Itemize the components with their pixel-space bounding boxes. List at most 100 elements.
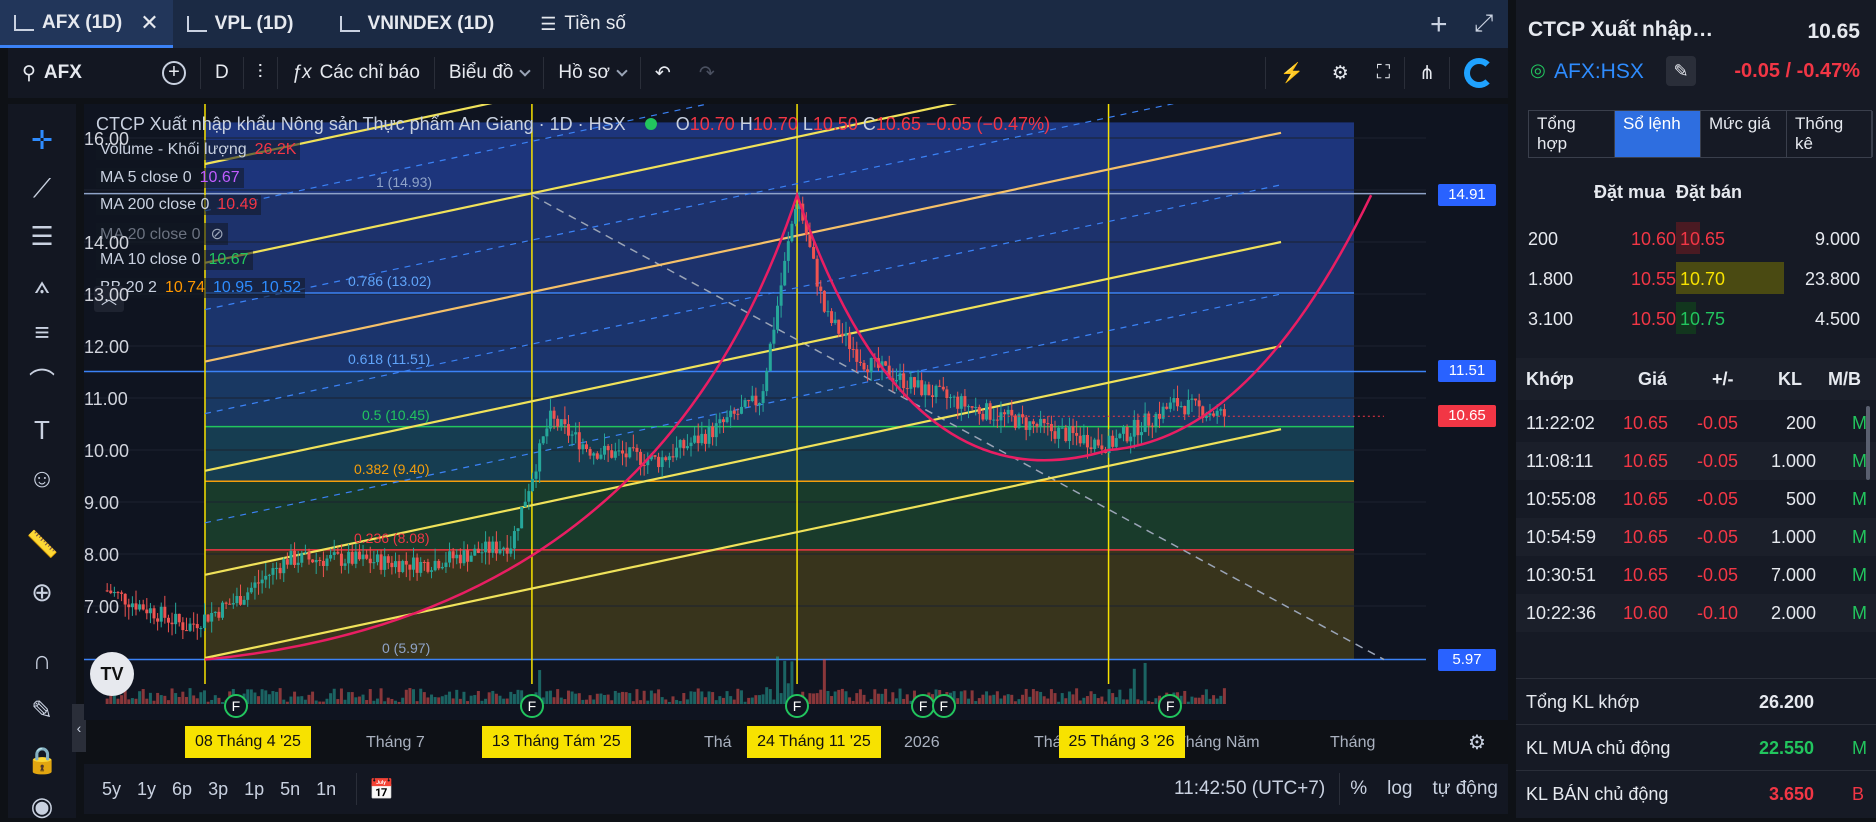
- candle: [967, 406, 971, 408]
- add-tab-icon[interactable]: +: [1430, 8, 1448, 42]
- zoom-in-icon[interactable]: ⊕: [26, 576, 58, 608]
- volume-bar: [675, 699, 679, 704]
- redo-button[interactable]: ↷: [685, 48, 729, 98]
- interval-button[interactable]: D: [201, 48, 243, 98]
- panel-tab[interactable]: Thống kê: [1787, 111, 1873, 157]
- stat-row: Tổng KL khớp 26.200: [1516, 678, 1876, 724]
- candle: [754, 395, 758, 406]
- panel-tab[interactable]: Mức giá: [1701, 111, 1787, 157]
- horizontal-lines-icon[interactable]: ☰: [26, 220, 58, 252]
- range-button-1p[interactable]: 1p: [236, 779, 272, 800]
- indicators-button[interactable]: ƒx Các chỉ báo: [278, 48, 434, 98]
- candle: [145, 609, 149, 614]
- range-button-1y[interactable]: 1y: [129, 779, 164, 800]
- eye-icon[interactable]: ◉: [26, 790, 58, 822]
- pencil-lock-icon[interactable]: ✎: [26, 694, 58, 726]
- profile-menu-button[interactable]: Hồ sơ: [544, 48, 640, 98]
- range-button-5y[interactable]: 5y: [94, 779, 129, 800]
- candle: [206, 614, 210, 622]
- search-icon: ⚲: [22, 62, 36, 84]
- lock-icon[interactable]: 🔒: [26, 744, 58, 776]
- ask-price[interactable]: 10.75: [1680, 309, 1725, 330]
- share-button[interactable]: ⋔: [1405, 48, 1449, 98]
- brush-icon[interactable]: ⌒: [26, 366, 58, 398]
- trade-row: 11:22:02 10.65 -0.05 200 M: [1516, 404, 1876, 442]
- event-marker[interactable]: F: [223, 694, 248, 718]
- volume-bar: [484, 698, 488, 704]
- ticker-label[interactable]: AFX:HSX: [1554, 60, 1644, 84]
- range-button-3p[interactable]: 3p: [200, 779, 236, 800]
- ruler-icon[interactable]: 📏: [26, 528, 58, 560]
- chart-menu-button[interactable]: Biểu đồ: [435, 48, 543, 98]
- hidden-eye-icon[interactable]: ⊘: [211, 226, 224, 243]
- volume-bar: [768, 689, 772, 704]
- undo-button[interactable]: ↶: [641, 48, 685, 98]
- candle: [1121, 426, 1125, 434]
- candle: [217, 611, 221, 618]
- candle: [902, 373, 906, 389]
- volume-bar: [981, 694, 985, 704]
- compare-button[interactable]: +: [148, 48, 200, 98]
- log-toggle[interactable]: log: [1387, 778, 1412, 800]
- volume-bar: [1064, 698, 1068, 704]
- candle: [675, 447, 679, 458]
- percent-toggle[interactable]: %: [1350, 778, 1367, 800]
- candle: [123, 593, 127, 605]
- text-icon[interactable]: T: [26, 414, 58, 446]
- magnet-icon[interactable]: ∩: [26, 644, 58, 676]
- scrollbar[interactable]: [1866, 406, 1870, 480]
- bid-price[interactable]: 10.60: [1616, 229, 1676, 250]
- pattern-icon[interactable]: ⟑: [26, 268, 58, 300]
- brand-button[interactable]: [1450, 48, 1508, 98]
- volume-bar: [1143, 662, 1147, 704]
- chart-pane[interactable]: CTCP Xuất nhập khẩu Nông sản Thực phẩm A…: [84, 104, 1508, 758]
- range-button-6p[interactable]: 6p: [164, 779, 200, 800]
- expand-icon[interactable]: ⤢: [1474, 10, 1493, 38]
- volume-bar: [660, 697, 664, 704]
- volume-bar: [657, 689, 661, 704]
- candle: [570, 434, 574, 436]
- alert-button[interactable]: ⚡: [1266, 48, 1318, 98]
- chart-type-button[interactable]: ⫶: [244, 48, 277, 98]
- bid-price[interactable]: 10.55: [1616, 269, 1676, 290]
- candle: [682, 440, 686, 449]
- volume-bar: [163, 695, 167, 704]
- tab-vpl[interactable]: VPL (1D): [173, 0, 308, 48]
- settings-button[interactable]: ⚙: [1318, 48, 1363, 98]
- trend-line-icon[interactable]: ⟋: [26, 172, 58, 204]
- crosshair-icon[interactable]: ✛: [26, 124, 58, 156]
- candle: [1006, 409, 1010, 415]
- volume-bar: [1013, 701, 1017, 704]
- ask-price[interactable]: 10.65: [1680, 229, 1725, 250]
- tab-tien-so[interactable]: ☰ Tiền số: [526, 0, 640, 48]
- fullscreen-button[interactable]: ⛶: [1363, 48, 1404, 98]
- fib-icon[interactable]: ≡: [26, 316, 58, 348]
- stat-label: KL BÁN chủ động: [1526, 784, 1669, 804]
- tab-vnindex[interactable]: VNINDEX (1D): [326, 0, 509, 48]
- range-button-1n[interactable]: 1n: [308, 779, 344, 800]
- tab-afx[interactable]: AFX (1D) ✕: [0, 0, 173, 48]
- tradingview-logo[interactable]: TV: [90, 652, 134, 696]
- bid-price[interactable]: 10.50: [1616, 309, 1676, 330]
- panel-tab[interactable]: Sổ lệnh: [1615, 111, 1701, 157]
- event-marker[interactable]: F: [785, 694, 810, 718]
- candle: [228, 603, 232, 605]
- candle: [584, 444, 588, 450]
- symbol-search[interactable]: ⚲ AFX: [8, 48, 148, 98]
- event-marker[interactable]: F: [519, 694, 544, 718]
- close-icon[interactable]: ✕: [140, 10, 158, 36]
- volume-bar: [145, 698, 149, 704]
- emoji-icon[interactable]: ☺: [26, 462, 58, 494]
- range-button-5n[interactable]: 5n: [272, 779, 308, 800]
- event-marker[interactable]: F: [931, 694, 956, 718]
- volume-bar: [1042, 696, 1046, 704]
- axis-settings-icon[interactable]: ⚙: [1468, 730, 1486, 755]
- volume-bar: [1114, 697, 1118, 704]
- volume-bar: [1031, 689, 1035, 704]
- auto-scale-toggle[interactable]: tự động: [1432, 778, 1498, 800]
- trade-price: 10.65: [1622, 451, 1668, 471]
- date-range-icon[interactable]: 📅: [369, 777, 394, 802]
- ask-price[interactable]: 10.70: [1680, 269, 1725, 290]
- edit-icon[interactable]: ✎: [1666, 56, 1696, 86]
- panel-tab[interactable]: Tổng hợp: [1529, 111, 1615, 157]
